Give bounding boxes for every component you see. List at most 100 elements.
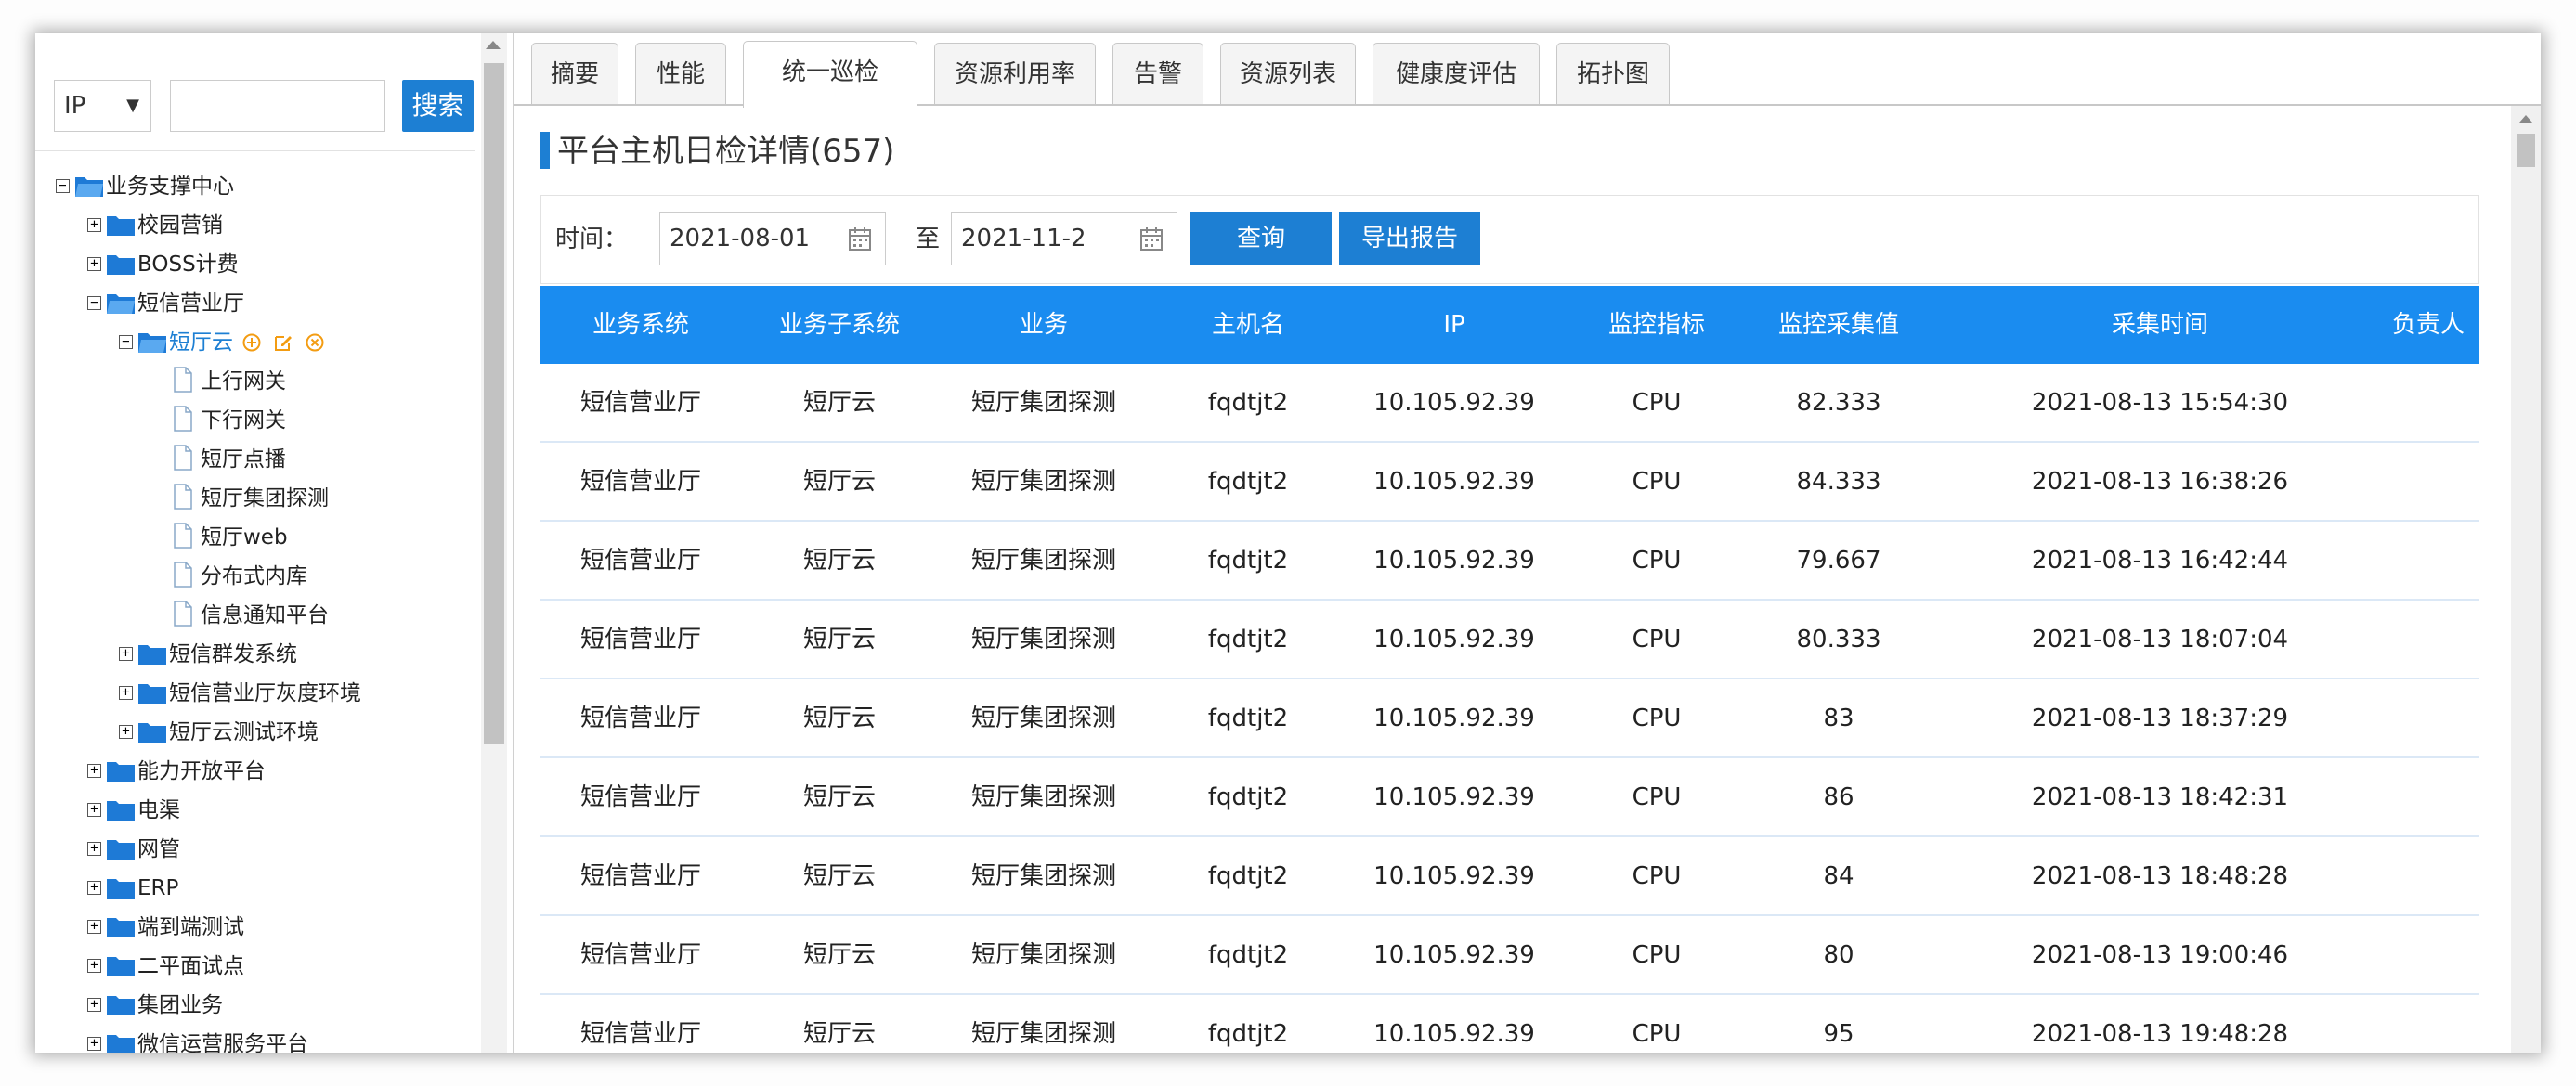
- tree-node-label[interactable]: 集团业务: [137, 988, 223, 1023]
- table-header: 业务系统 业务子系统 业务 主机名 IP 监控指标 监控采集值 采集时间 负责人: [540, 286, 2479, 364]
- table-cell: 短厅云: [802, 941, 877, 969]
- table-cell: 2021-08-13 18:37:29: [2031, 705, 2289, 732]
- tab-2[interactable]: 统一巡检: [743, 41, 917, 108]
- tree-node-label[interactable]: 端到端测试: [137, 910, 244, 945]
- expand-icon[interactable]: +: [119, 686, 133, 700]
- expand-icon[interactable]: +: [87, 218, 101, 232]
- expand-icon[interactable]: +: [87, 920, 101, 934]
- tree-node-label[interactable]: 信息通知平台: [201, 598, 329, 633]
- table-cell: 10.105.92.39: [1373, 941, 1535, 969]
- table-cell: 2021-08-13 15:54:30: [2031, 389, 2289, 417]
- table-row[interactable]: 短信营业厅 短厅云 短厅集团探测 fqdtjt2 10.105.92.39 CPU 82.3…: [540, 364, 2479, 443]
- table-row[interactable]: 短信营业厅 短厅云 短厅集团探测 fqdtjt2 10.105.92.39 CPU 79.6…: [540, 522, 2479, 601]
- main-scroll-up-icon[interactable]: [2519, 115, 2532, 123]
- expand-icon[interactable]: +: [119, 725, 133, 739]
- tree-node-label[interactable]: 短厅点播: [201, 442, 286, 477]
- folder-icon: [107, 957, 135, 976]
- tree-node-label[interactable]: 短厅云测试环境: [169, 715, 319, 750]
- column-header[interactable]: 业务子系统: [779, 286, 900, 364]
- collapse-icon[interactable]: −: [56, 179, 70, 193]
- tab-6[interactable]: 健康度评估: [1373, 43, 1540, 106]
- tree-node-label[interactable]: 网管: [137, 832, 180, 867]
- tree-node-label[interactable]: 电渠: [137, 793, 180, 828]
- expand-icon[interactable]: +: [87, 842, 101, 856]
- edit-icon[interactable]: [274, 333, 293, 352]
- expand-icon[interactable]: +: [87, 1037, 101, 1051]
- tree-node-label[interactable]: 校园营销: [137, 208, 223, 243]
- expand-icon[interactable]: +: [87, 257, 101, 271]
- column-header[interactable]: 主机名: [1212, 286, 1284, 364]
- sidebar-scrollbar-thumb[interactable]: [484, 63, 504, 744]
- tree-node-label[interactable]: 短厅web: [201, 520, 288, 555]
- expand-icon[interactable]: +: [87, 803, 101, 817]
- folder-icon: [107, 840, 135, 860]
- tree-node-label[interactable]: BOSS计费: [137, 247, 239, 282]
- column-header[interactable]: 业务: [1020, 286, 1068, 364]
- end-date-input[interactable]: 2021-11-2: [951, 212, 1177, 265]
- tab-4[interactable]: 告警: [1112, 43, 1203, 106]
- tab-5[interactable]: 资源列表: [1220, 43, 1356, 106]
- calendar-icon[interactable]: [1139, 226, 1164, 252]
- table-cell: 82.333: [1796, 389, 1881, 417]
- tree-node-label[interactable]: 短信群发系统: [169, 637, 297, 672]
- table-cell: CPU: [1632, 389, 1682, 417]
- tab-1[interactable]: 性能: [635, 43, 726, 106]
- dropdown-arrow-icon: ▼: [126, 96, 139, 115]
- tree-node-label[interactable]: 上行网关: [201, 364, 286, 399]
- column-header[interactable]: 采集时间: [2112, 286, 2208, 364]
- query-button[interactable]: 查询: [1190, 212, 1332, 265]
- tab-0[interactable]: 摘要: [531, 43, 618, 106]
- tab-3[interactable]: 资源利用率: [934, 43, 1096, 106]
- tree-node-label[interactable]: 微信运营服务平台: [137, 1027, 308, 1053]
- tree-node-label[interactable]: 短信营业厅: [137, 286, 244, 321]
- table-row[interactable]: 短信营业厅 短厅云 短厅集团探测 fqdtjt2 10.105.92.39 CPU 84 20…: [540, 837, 2479, 916]
- main-scrollbar[interactable]: [2511, 106, 2541, 1053]
- search-type-value: IP: [64, 92, 86, 120]
- tree-node-label[interactable]: 短厅集团探测: [201, 481, 329, 516]
- column-header[interactable]: IP: [1443, 286, 1464, 364]
- column-header[interactable]: 监控采集值: [1778, 286, 1899, 364]
- table-row[interactable]: 短信营业厅 短厅云 短厅集团探测 fqdtjt2 10.105.92.39 CPU 95 20…: [540, 995, 2479, 1053]
- tree-node-label[interactable]: 二平面试点: [137, 949, 244, 984]
- table-cell: 短厅云: [802, 626, 877, 653]
- tree-node-label[interactable]: 短厅云: [169, 325, 233, 360]
- table-row[interactable]: 短信营业厅 短厅云 短厅集团探测 fqdtjt2 10.105.92.39 CPU 83 20…: [540, 679, 2479, 758]
- calendar-icon[interactable]: [848, 226, 872, 252]
- expand-icon[interactable]: +: [87, 959, 101, 973]
- add-icon[interactable]: [242, 333, 261, 352]
- tab-7[interactable]: 拓扑图: [1556, 43, 1670, 106]
- table-row[interactable]: 短信营业厅 短厅云 短厅集团探测 fqdtjt2 10.105.92.39 CPU 86 20…: [540, 758, 2479, 837]
- tree-node-label[interactable]: 分布式内库: [201, 559, 307, 594]
- tree-node-label[interactable]: 业务支撑中心: [106, 169, 234, 204]
- search-button[interactable]: 搜索: [402, 80, 474, 132]
- start-date-input[interactable]: 2021-08-01: [659, 212, 886, 265]
- table-cell: 10.105.92.39: [1373, 783, 1535, 811]
- tree-node-label[interactable]: 短信营业厅灰度环境: [169, 676, 361, 711]
- delete-icon[interactable]: [306, 333, 324, 352]
- tree-node-label[interactable]: ERP: [137, 871, 178, 906]
- table-row[interactable]: 短信营业厅 短厅云 短厅集团探测 fqdtjt2 10.105.92.39 CPU 80.3…: [540, 601, 2479, 679]
- document-icon: [174, 484, 192, 510]
- document-icon: [174, 523, 192, 549]
- search-type-select[interactable]: IP ▼: [54, 80, 151, 132]
- tree-node-label[interactable]: 下行网关: [201, 403, 286, 438]
- collapse-icon[interactable]: −: [87, 296, 101, 310]
- column-header[interactable]: 业务系统: [592, 286, 689, 364]
- export-report-button[interactable]: 导出报告: [1339, 212, 1480, 265]
- column-header[interactable]: 负责人: [2392, 286, 2465, 364]
- sidebar-scroll-up-icon[interactable]: [486, 41, 501, 49]
- table-row[interactable]: 短信营业厅 短厅云 短厅集团探测 fqdtjt2 10.105.92.39 CPU 80 20…: [540, 916, 2479, 995]
- expand-icon[interactable]: +: [87, 881, 101, 895]
- expand-icon[interactable]: +: [87, 998, 101, 1012]
- expand-icon[interactable]: +: [87, 764, 101, 778]
- table-cell: CPU: [1632, 626, 1682, 653]
- table-row[interactable]: 短信营业厅 短厅云 短厅集团探测 fqdtjt2 10.105.92.39 CPU 84.3…: [540, 443, 2479, 522]
- expand-icon[interactable]: +: [119, 647, 133, 661]
- collapse-icon[interactable]: −: [119, 335, 133, 349]
- tree-node-label[interactable]: 能力开放平台: [137, 754, 266, 789]
- search-input[interactable]: [170, 80, 385, 132]
- main-scrollbar-thumb[interactable]: [2517, 134, 2535, 167]
- table-cell: CPU: [1632, 468, 1682, 496]
- folder-icon: [138, 684, 166, 704]
- column-header[interactable]: 监控指标: [1608, 286, 1705, 364]
